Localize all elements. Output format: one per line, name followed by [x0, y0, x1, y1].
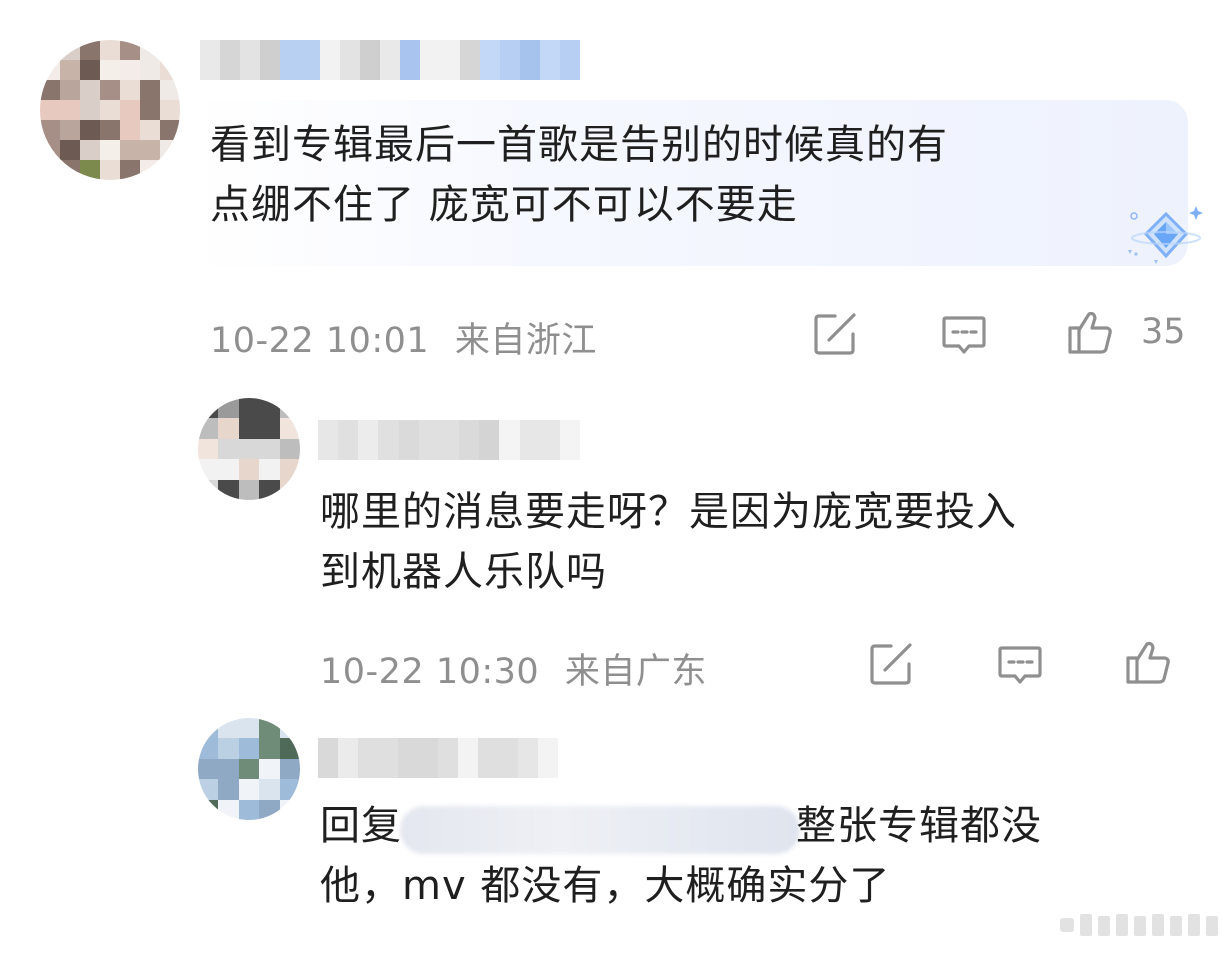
comment-text: 看到专辑最后一首歌是告别的时候真的有 点绷不住了 庞宽可不可以不要走	[210, 115, 1170, 235]
comment-text-line: 看到专辑最后一首歌是告别的时候真的有	[210, 122, 948, 168]
reply-prefix: 回复	[320, 803, 402, 849]
username-blurred[interactable]	[318, 738, 558, 778]
comment-text-line: 点绷不住了 庞宽可不可以不要走	[210, 182, 798, 228]
share-icon[interactable]	[811, 310, 859, 358]
timestamp: 10-22 10:30	[320, 652, 540, 692]
watermark-logo	[1060, 908, 1220, 942]
reply-text: 哪里的消息要走呀？是因为庞宽要投入 到机器人乐队吗	[320, 482, 1200, 602]
username-blurred[interactable]	[318, 420, 580, 460]
reply-meta: 10-22 10:30 来自广东	[320, 643, 707, 694]
reply-text: 回复 整张专辑都没 他，mv 都没有，大概确实分了	[320, 796, 1200, 916]
reply-text-line: 到机器人乐队吗	[320, 549, 607, 595]
avatar[interactable]	[198, 398, 300, 500]
reply-text-rest: 整张专辑都没	[796, 803, 1042, 849]
comment-icon[interactable]	[940, 310, 988, 358]
reply-text-line: 回复 整张专辑都没	[320, 796, 1200, 856]
comment-meta: 10-22 10:01 来自浙江	[210, 312, 597, 363]
like-count: 35	[1141, 312, 1186, 352]
like-icon[interactable]	[1124, 638, 1172, 686]
diamond-badge-icon	[1124, 200, 1204, 270]
reply-text-line: 他，mv 都没有，大概确实分了	[320, 863, 891, 909]
location: 来自浙江	[454, 321, 597, 361]
like-icon[interactable]	[1066, 308, 1114, 356]
username-blurred[interactable]	[200, 40, 580, 80]
timestamp: 10-22 10:01	[210, 321, 430, 361]
avatar[interactable]	[198, 718, 300, 820]
avatar[interactable]	[40, 40, 180, 180]
location: 来自广东	[564, 652, 707, 692]
reply-text-line: 哪里的消息要走呀？是因为庞宽要投入	[320, 489, 1017, 535]
share-icon[interactable]	[867, 640, 915, 688]
comment-icon[interactable]	[996, 640, 1044, 688]
